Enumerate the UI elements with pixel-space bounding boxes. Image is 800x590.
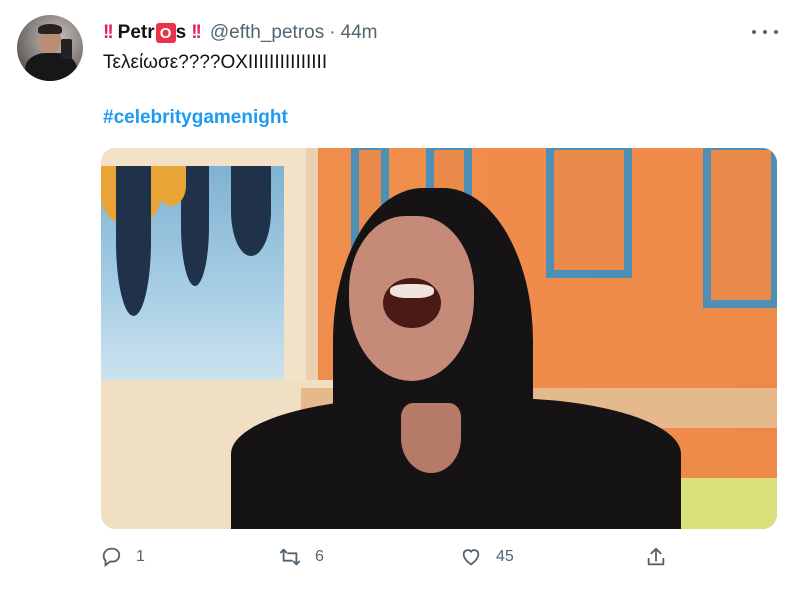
timestamp[interactable]: 44m — [341, 22, 378, 44]
tweet-header: !! Petr O s !! @efth_petros · 44m — [103, 21, 378, 45]
display-name-text-end: s — [175, 22, 187, 43]
tweet-actions: 1 6 45 — [0, 546, 800, 574]
like-button[interactable]: 45 — [460, 546, 514, 568]
more-icon[interactable] — [752, 22, 778, 42]
heart-icon — [462, 549, 480, 566]
reply-icon — [102, 547, 121, 568]
o-button-emoji: O — [155, 23, 176, 43]
wall-mural — [101, 166, 284, 382]
reply-button[interactable]: 1 — [100, 546, 145, 568]
retweet-count: 6 — [315, 548, 324, 565]
hashtag-link[interactable]: #celebritygamenight — [103, 107, 288, 129]
retweet-icon — [279, 548, 301, 566]
tweet-text: Τελείωσε????ΟΧΙΙΙΙΙΙΙΙΙΙΙΙΙΙΙ — [103, 52, 328, 73]
display-name-text: Petr — [117, 22, 155, 43]
separator-dot: · — [329, 22, 336, 43]
reply-count: 1 — [136, 548, 145, 565]
double-exclamation-emoji-end: !! — [191, 22, 202, 43]
tweet-image[interactable] — [101, 148, 777, 529]
user-handle[interactable]: @efth_petros — [210, 22, 324, 44]
avatar[interactable] — [17, 15, 83, 81]
double-exclamation-emoji: !! — [103, 22, 114, 43]
share-button[interactable] — [645, 546, 667, 568]
display-name[interactable]: !! Petr O s !! — [103, 22, 202, 44]
share-icon — [647, 547, 665, 566]
like-count: 45 — [496, 548, 514, 565]
retweet-button[interactable]: 6 — [279, 546, 324, 568]
